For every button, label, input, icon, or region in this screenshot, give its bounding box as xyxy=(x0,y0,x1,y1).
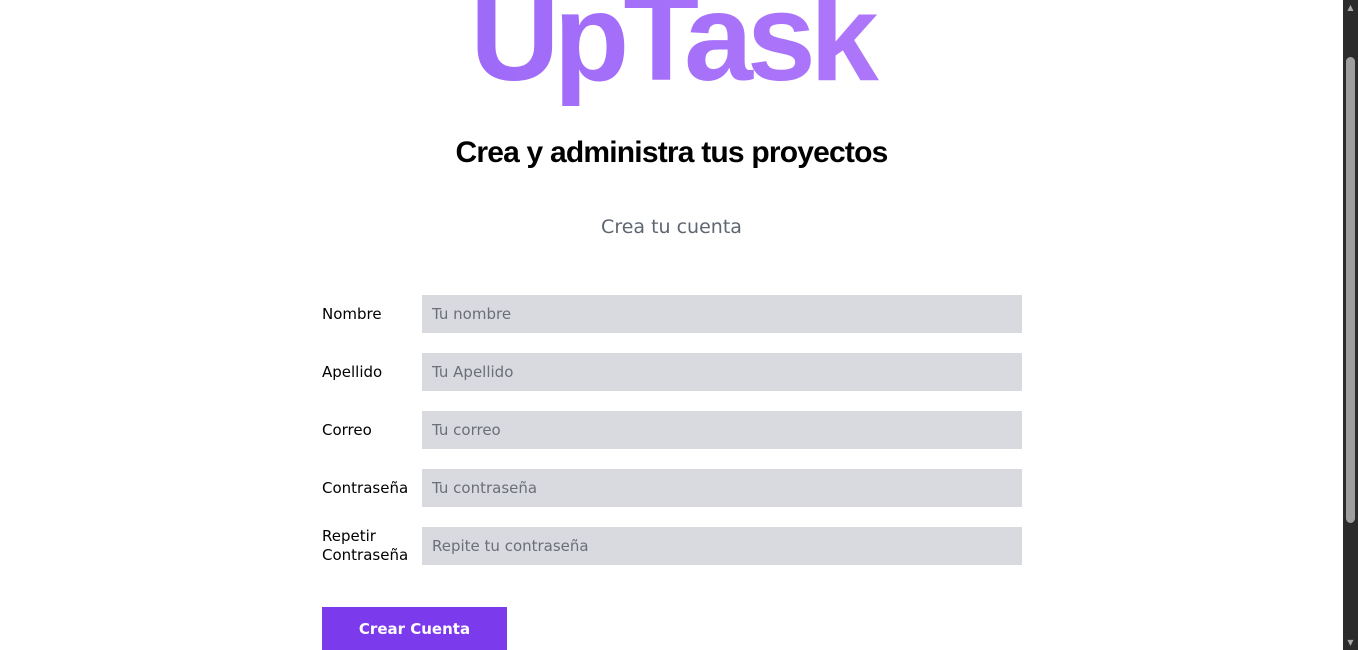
repetir-contrasena-label: Repetir Contraseña xyxy=(322,527,409,564)
contrasena-input[interactable] xyxy=(422,469,1022,507)
repetir-contrasena-input[interactable] xyxy=(422,527,1022,565)
tagline: Crea y administra tus proyectos xyxy=(455,136,888,169)
field-repetir-contrasena: Repetir Contraseña xyxy=(322,527,1022,565)
nombre-input[interactable] xyxy=(422,295,1022,333)
page: UpTask Crea y administra tus proyectos C… xyxy=(0,0,1358,650)
contrasena-label: Contraseña xyxy=(322,478,409,497)
correo-label: Correo xyxy=(322,420,372,439)
scrollbar-thumb[interactable] xyxy=(1346,57,1355,523)
page-subtitle: Crea tu cuenta xyxy=(601,216,742,238)
signup-form: Nombre Apellido Correo Contraseña Repeti… xyxy=(322,295,1022,585)
correo-input[interactable] xyxy=(422,411,1022,449)
field-correo: Correo xyxy=(322,411,1022,449)
field-contrasena: Contraseña xyxy=(322,469,1022,507)
crear-cuenta-button[interactable]: Crear Cuenta xyxy=(322,607,507,650)
apellido-input[interactable] xyxy=(422,353,1022,391)
main-content: UpTask Crea y administra tus proyectos C… xyxy=(0,0,1343,650)
vertical-scrollbar[interactable]: ▲ ▼ xyxy=(1343,0,1358,650)
app-logo: UpTask xyxy=(0,0,1343,108)
field-apellido: Apellido xyxy=(322,353,1022,391)
scroll-up-arrow-icon[interactable]: ▲ xyxy=(1343,0,1358,15)
nombre-label: Nombre xyxy=(322,304,382,323)
apellido-label: Apellido xyxy=(322,362,383,381)
scroll-down-arrow-icon[interactable]: ▼ xyxy=(1343,635,1358,650)
field-nombre: Nombre xyxy=(322,295,1022,333)
